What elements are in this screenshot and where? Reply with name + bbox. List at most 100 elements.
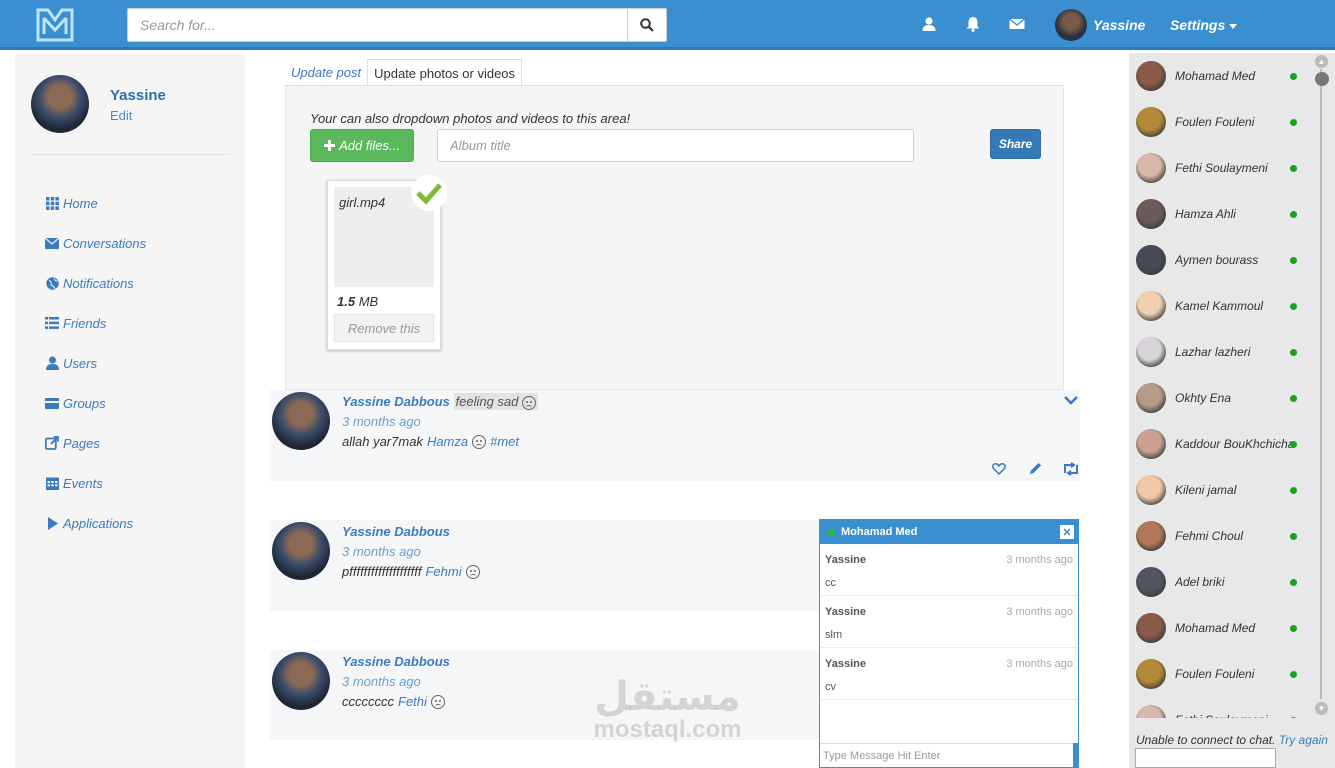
scroll-up-icon[interactable]: ▲: [1315, 55, 1328, 68]
chat-message-time: 3 months ago: [1006, 554, 1073, 566]
search-input[interactable]: [128, 9, 627, 41]
chat-window: Mohamad Med ✕ Yassine 3 months ago cc Ya…: [819, 519, 1079, 768]
sidebar-item-notifications[interactable]: Notifications: [45, 263, 146, 303]
contact-name: Lazhar lazheri: [1175, 345, 1251, 359]
contacts-list: Mohamad Med Foulen Fouleni Fethi Soulaymen…: [1129, 53, 1314, 718]
contact-avatar: [1136, 613, 1166, 643]
chat-scrollbar[interactable]: [1073, 743, 1078, 767]
chat-title: Mohamad Med: [841, 526, 918, 538]
contact-item[interactable]: Okhty Ena: [1129, 375, 1314, 421]
post-time[interactable]: 3 months ago: [342, 414, 421, 429]
post-avatar[interactable]: [272, 522, 330, 580]
contact-name: Aymen bourass: [1175, 253, 1259, 267]
contact-avatar: [1136, 383, 1166, 413]
post-mention[interactable]: Fethi: [398, 694, 427, 709]
contact-item[interactable]: Kaddour BouKhchicha: [1129, 421, 1314, 467]
contact-item[interactable]: Mohamad Med: [1129, 53, 1314, 99]
contact-item[interactable]: Foulen Fouleni: [1129, 99, 1314, 145]
settings-dropdown[interactable]: Settings: [1170, 17, 1238, 33]
post-avatar[interactable]: [272, 392, 330, 450]
chat-connection-error: Unable to connect to chat. Try again: [1136, 733, 1328, 747]
contact-item[interactable]: Fethi Soulaymeni: [1129, 145, 1314, 191]
sad-face-icon: [472, 434, 487, 449]
bell-icon: [966, 17, 980, 32]
chat-message-input[interactable]: [820, 743, 1075, 767]
chat-message-sender: Yassine: [825, 658, 866, 670]
contact-item[interactable]: Lazhar lazheri: [1129, 329, 1314, 375]
grid-icon: [45, 196, 59, 210]
file-size-unit: MB: [358, 294, 379, 309]
plus-icon: [324, 140, 336, 151]
logo-icon[interactable]: [36, 8, 74, 42]
contacts-scrollbar[interactable]: ▲ ▼: [1313, 55, 1331, 715]
contact-name: Mohamad Med: [1175, 69, 1256, 83]
chat-message: Yassine 3 months ago cc: [820, 544, 1078, 596]
contacts-filter-input[interactable]: [1135, 748, 1276, 768]
add-files-button[interactable]: Add files...: [310, 129, 414, 162]
post-author[interactable]: Yassine Dabbous: [342, 654, 450, 669]
post-body: pffffffffffffffffffff Fehmi: [342, 564, 480, 579]
profile-avatar[interactable]: [31, 75, 89, 133]
contact-item[interactable]: Foulen Fouleni: [1129, 651, 1314, 697]
contact-item[interactable]: Kamel Kammoul: [1129, 283, 1314, 329]
chat-message-time: 3 months ago: [1006, 658, 1073, 670]
chat-header[interactable]: Mohamad Med ✕: [820, 520, 1078, 544]
post-avatar[interactable]: [272, 652, 330, 710]
contact-item[interactable]: Mohamad Med: [1129, 605, 1314, 651]
profile-name[interactable]: Yassine: [110, 87, 166, 104]
contact-item[interactable]: Hamza Ahli: [1129, 191, 1314, 237]
contact-name: Hamza Ahli: [1175, 207, 1236, 221]
chat-message-time: 3 months ago: [1006, 606, 1073, 618]
search-bar: [127, 8, 667, 42]
friends-nav-button[interactable]: [919, 14, 939, 34]
external-link-icon: [45, 436, 59, 450]
post-time[interactable]: 3 months ago: [342, 674, 421, 689]
chat-message-text: cc: [825, 577, 836, 589]
post-hashtag[interactable]: #met: [490, 434, 519, 449]
album-title-input[interactable]: [437, 129, 914, 162]
search-button[interactable]: [627, 9, 666, 41]
post-body: cccccccc Fethi: [342, 694, 445, 709]
try-again-link[interactable]: Try again: [1279, 733, 1328, 747]
profile-edit-link[interactable]: Edit: [110, 108, 132, 123]
chevron-down-icon[interactable]: [1064, 392, 1078, 410]
contact-item[interactable]: Fehmi Choul: [1129, 513, 1314, 559]
contact-item[interactable]: Kileni jamal: [1129, 467, 1314, 513]
messages-nav-button[interactable]: [1007, 14, 1027, 34]
sidebar-item-pages[interactable]: Pages: [45, 423, 146, 463]
contact-item[interactable]: Aymen bourass: [1129, 237, 1314, 283]
notifications-nav-button[interactable]: [963, 14, 983, 34]
post-author[interactable]: Yassine Dabbous: [342, 394, 450, 409]
contact-item[interactable]: Adel briki: [1129, 559, 1314, 605]
tab-update-post[interactable]: Update post: [285, 59, 367, 86]
sidebar-item-conversations[interactable]: Conversations: [45, 223, 146, 263]
post-mention[interactable]: Fehmi: [425, 564, 461, 579]
add-files-label: Add files...: [339, 138, 400, 153]
remove-file-button[interactable]: Remove this: [334, 314, 434, 342]
online-status-icon: [1290, 349, 1297, 356]
post-author[interactable]: Yassine Dabbous: [342, 524, 450, 539]
post-mention[interactable]: Hamza: [427, 434, 468, 449]
contact-item[interactable]: Fethi Soulaymeni: [1129, 697, 1314, 718]
tab-update-photos[interactable]: Update photos or videos: [367, 59, 523, 86]
sidebar-item-applications[interactable]: Applications: [45, 503, 146, 543]
nav-user-profile[interactable]: Yassine: [1055, 8, 1145, 42]
sidebar-item-home[interactable]: Home: [45, 183, 146, 223]
scroll-thumb[interactable]: [1315, 72, 1329, 86]
scroll-down-icon[interactable]: ▼: [1315, 702, 1328, 715]
sidebar-item-friends[interactable]: Friends: [45, 303, 146, 343]
share-button[interactable]: Share: [990, 129, 1041, 159]
chat-message: Yassine 3 months ago cv: [820, 648, 1078, 700]
sidebar-item-label: Events: [63, 475, 103, 491]
sidebar-item-users[interactable]: Users: [45, 343, 146, 383]
post-time[interactable]: 3 months ago: [342, 544, 421, 559]
search-icon: [640, 18, 654, 32]
like-button[interactable]: [990, 460, 1008, 478]
sidebar-item-groups[interactable]: Groups: [45, 383, 146, 423]
chat-message: Yassine 3 months ago slm: [820, 596, 1078, 648]
sidebar-item-events[interactable]: Events: [45, 463, 146, 503]
contact-avatar: [1136, 291, 1166, 321]
edit-button[interactable]: [1026, 460, 1044, 478]
close-icon[interactable]: ✕: [1060, 525, 1074, 539]
share-post-button[interactable]: [1062, 460, 1080, 478]
